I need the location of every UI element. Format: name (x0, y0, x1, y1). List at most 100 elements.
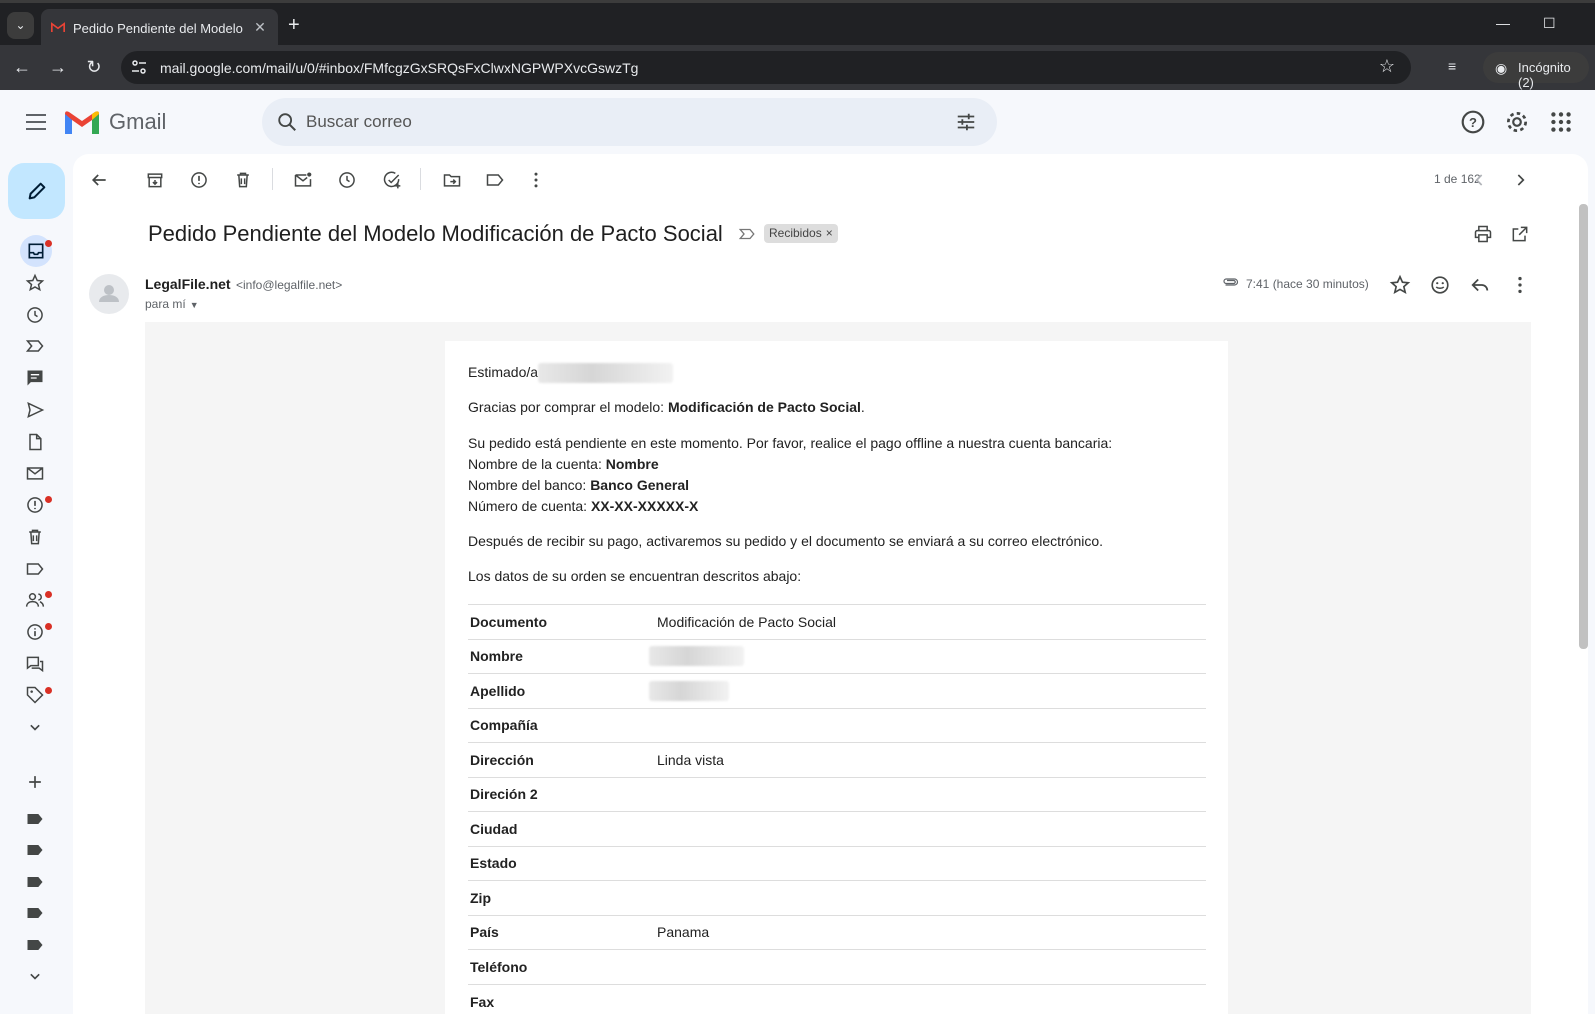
tab-close-icon[interactable]: ✕ (251, 18, 269, 36)
label-4-icon[interactable] (25, 903, 47, 925)
settings-gear-icon[interactable] (1504, 109, 1530, 135)
people-icon[interactable] (25, 590, 47, 612)
search-bar[interactable] (262, 98, 997, 146)
order-field-label: Estado (468, 845, 653, 881)
scrollbar-thumb[interactable] (1579, 204, 1588, 649)
email-body-card: Estimado/a Gracias por comprar el modelo… (445, 341, 1228, 1014)
new-tab-icon[interactable]: + (288, 14, 300, 36)
sender-avatar[interactable] (89, 274, 129, 314)
table-row: Estado (468, 845, 1206, 881)
send-icon[interactable] (25, 400, 47, 422)
help-icon[interactable]: ? (1460, 109, 1486, 135)
mark-unread-icon[interactable] (293, 170, 313, 190)
reload-icon[interactable]: ↻ (83, 57, 105, 78)
archive-icon[interactable] (145, 170, 165, 190)
recipient-details[interactable]: para mí ▼ (145, 297, 199, 311)
toolbar-divider (420, 168, 421, 190)
label-5-icon[interactable] (25, 935, 47, 957)
minimize-icon[interactable]: — (1496, 15, 1510, 31)
labels-icon[interactable] (485, 170, 505, 190)
table-row: Ciudad (468, 811, 1206, 846)
report-spam-icon[interactable] (189, 170, 209, 190)
label-chip[interactable]: Recibidos × (764, 224, 838, 243)
label-icon[interactable] (25, 559, 47, 581)
order-field-label: Ciudad (468, 811, 653, 846)
redacted-value-block (649, 646, 744, 667)
email-subject: Pedido Pendiente del Modelo Modificación… (148, 221, 723, 246)
expand-labels-icon[interactable] (25, 966, 47, 988)
open-new-window-icon[interactable] (1510, 224, 1530, 244)
remove-label-icon[interactable]: × (826, 226, 833, 240)
message-more-icon[interactable] (1509, 274, 1531, 296)
apps-grid-icon[interactable] (1548, 109, 1574, 135)
order-field-label: Documento (468, 604, 653, 639)
search-icon[interactable] (276, 111, 298, 133)
add-task-icon[interactable] (382, 170, 402, 190)
table-row: Fax (468, 983, 1206, 1014)
delete-icon[interactable] (233, 170, 253, 190)
incognito-badge[interactable]: ◉ Incógnito (2) (1483, 52, 1589, 90)
older-chevron-right-icon[interactable] (1510, 170, 1530, 190)
more-options-icon[interactable] (526, 170, 546, 190)
order-field-value (653, 845, 1206, 881)
sender-name[interactable]: LegalFile.net (145, 276, 231, 292)
add-label-icon[interactable] (25, 772, 47, 794)
email-body-background: Estimado/a Gracias por comprar el modelo… (145, 322, 1531, 1014)
star-icon[interactable] (25, 273, 47, 295)
label-1-icon[interactable] (25, 809, 47, 831)
draft-icon[interactable] (25, 432, 47, 454)
order-field-value (649, 673, 1206, 708)
newer-chevron-left-icon[interactable] (1470, 170, 1490, 190)
order-field-value (653, 707, 1206, 743)
label-2-icon[interactable] (25, 840, 47, 862)
search-input[interactable] (306, 108, 906, 136)
compose-button[interactable] (8, 163, 65, 219)
gmail-favicon-icon (51, 22, 65, 32)
tab-search-button[interactable]: ⌄ (7, 12, 34, 39)
trash-icon[interactable] (25, 527, 47, 549)
browser-tab-bar: ⌄ Pedido Pendiente del Modelo M ✕ + — ☐ (0, 0, 1595, 48)
table-row: Zip (468, 880, 1206, 915)
label-3-icon[interactable] (25, 872, 47, 894)
spam-icon[interactable] (25, 495, 47, 517)
back-to-inbox-icon[interactable] (89, 170, 109, 190)
order-field-label: Teléfono (468, 949, 653, 984)
redacted-value-block (649, 680, 729, 701)
maximize-icon[interactable]: ☐ (1543, 15, 1556, 32)
move-to-icon[interactable] (442, 170, 462, 190)
clock-icon[interactable] (25, 305, 47, 327)
info-icon[interactable] (25, 622, 47, 644)
snooze-icon[interactable] (337, 170, 357, 190)
forward-icon[interactable]: → (47, 57, 69, 78)
reply-icon[interactable] (1469, 274, 1491, 296)
email-timestamp: 7:41 (hace 30 minutos) (1246, 277, 1369, 291)
importance-marker-icon[interactable] (738, 225, 756, 243)
forum-icon[interactable] (25, 654, 47, 676)
order-intro-line: Los datos de su orden se encuentran desc… (468, 568, 802, 584)
redacted-name-block (538, 363, 674, 384)
browser-tab[interactable]: Pedido Pendiente del Modelo M ✕ (41, 9, 278, 48)
important-icon[interactable] (25, 336, 47, 358)
tag-alert-dot (45, 687, 52, 694)
chat-icon[interactable] (25, 368, 47, 390)
label-chip-text: Recibidos (769, 226, 822, 240)
bookmark-star-icon[interactable]: ☆ (1379, 56, 1395, 77)
print-icon[interactable] (1473, 224, 1493, 244)
search-options-icon[interactable] (955, 111, 977, 133)
site-info-icon[interactable] (131, 60, 147, 74)
media-controls-icon[interactable]: ≡ (1448, 58, 1456, 74)
star-message-icon[interactable] (1389, 274, 1411, 296)
gmail-logo-icon[interactable] (65, 110, 99, 134)
tag-icon[interactable] (25, 685, 47, 707)
expand-more-icon[interactable] (25, 717, 47, 739)
table-row: Compañía (468, 707, 1206, 743)
pencil-icon (28, 182, 46, 200)
back-icon[interactable]: ← (11, 57, 33, 78)
all-mail-icon[interactable] (25, 463, 47, 485)
order-field-label: Dirección (468, 742, 653, 777)
add-reaction-icon[interactable] (1429, 274, 1451, 296)
main-menu-icon[interactable] (26, 114, 46, 130)
address-bar[interactable]: mail.google.com/mail/u/0/#inbox/FMfcgzGx… (121, 51, 1411, 84)
details-dropdown-icon[interactable]: ▼ (190, 300, 199, 310)
order-field-label: Nombre (468, 638, 653, 674)
